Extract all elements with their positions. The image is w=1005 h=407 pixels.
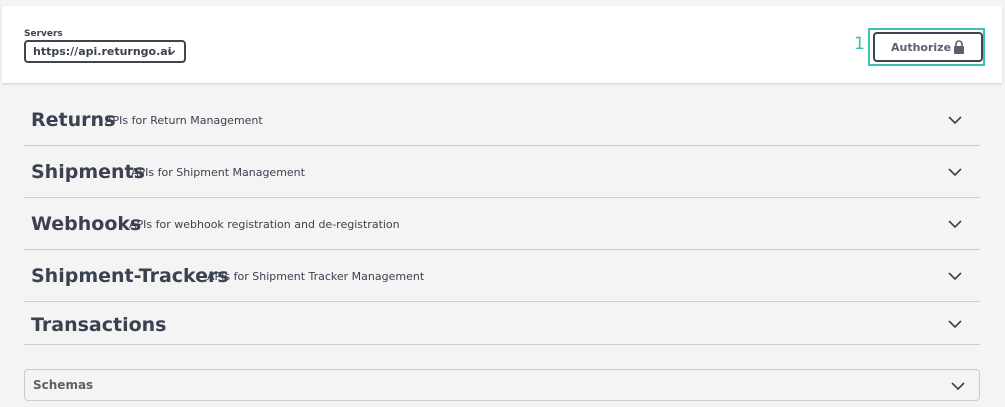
tag-section-shipment-trackers[interactable]: Shipment-Trackers APIs for Shipment Trac…	[24, 250, 980, 302]
tag-description: APIs for Shipment Tracker Management	[207, 270, 425, 283]
chevron-down-icon[interactable]	[948, 269, 962, 283]
chevron-down-icon	[167, 50, 176, 55]
tag-section-webhooks[interactable]: Webhooks APIs for webhook registration a…	[24, 198, 980, 250]
tag-name: Webhooks	[31, 213, 142, 235]
chevron-down-icon[interactable]	[948, 317, 962, 331]
authorize-button[interactable]: Authorize	[873, 32, 983, 62]
chevron-down-icon[interactable]	[948, 217, 962, 231]
tag-description: APIs for Shipment Management	[131, 166, 305, 179]
authorize-label: Authorize	[891, 41, 952, 54]
tag-name: Shipment-Trackers	[31, 265, 229, 287]
chevron-down-icon[interactable]	[948, 113, 962, 127]
tag-section-transactions[interactable]: Transactions	[24, 302, 980, 345]
schemas-title: Schemas	[33, 378, 94, 392]
chevron-down-icon[interactable]	[951, 379, 965, 393]
schemas-section[interactable]: Schemas	[24, 369, 980, 401]
tag-description: APIs for Return Management	[105, 114, 263, 127]
servers-label: Servers	[24, 29, 63, 39]
lock-icon	[954, 40, 964, 54]
chevron-down-icon[interactable]	[948, 165, 962, 179]
tag-name: Returns	[31, 109, 116, 131]
tag-name: Shipments	[31, 161, 145, 183]
server-select-value: https://api.returngo.ai	[33, 45, 172, 58]
scheme-container: Servers https://api.returngo.ai 1 Author…	[2, 6, 1002, 83]
tag-description: APIs for webhook registration and de-reg…	[129, 218, 400, 231]
tag-name: Transactions	[31, 314, 167, 336]
tag-section-returns[interactable]: Returns APIs for Return Management	[24, 101, 980, 146]
tag-section-shipments[interactable]: Shipments APIs for Shipment Management	[24, 146, 980, 198]
step-number: 1	[854, 34, 865, 54]
server-select[interactable]: https://api.returngo.ai	[24, 40, 186, 63]
